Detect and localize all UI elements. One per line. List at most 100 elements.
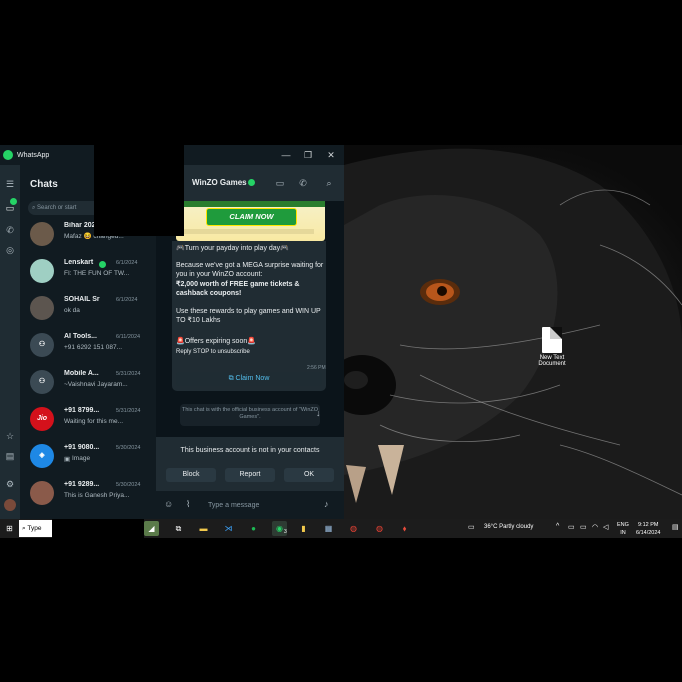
chat-date: 6/11/2024 <box>116 334 141 340</box>
block-button[interactable]: Block <box>166 468 216 482</box>
app-title: WhatsApp <box>17 152 50 159</box>
message-input[interactable]: Type a message <box>208 499 318 513</box>
weather-icon: ▭ <box>468 524 475 531</box>
voice-call-icon[interactable]: ✆ <box>293 174 313 192</box>
message-offer: 🚨Offers expiring soon🚨 <box>176 338 256 345</box>
avatar: Jio <box>30 407 54 431</box>
close-button[interactable]: ✕ <box>320 148 342 162</box>
chat-list-item[interactable]: ⚇ AI Tools... 6/11/2024 +91 6292 151 087… <box>20 331 156 368</box>
group-avatar-icon: ⚇ <box>30 370 54 394</box>
avatar <box>30 296 54 320</box>
chat-date: 5/30/2024 <box>116 482 141 488</box>
clock-date: 6/14/2024 <box>636 530 661 536</box>
settings-gear-icon[interactable]: ⚙ <box>3 477 17 491</box>
app-icon[interactable]: ⬧ <box>397 521 412 536</box>
claim-now-button[interactable]: ⧉ Claim Now <box>176 372 322 386</box>
official-account-notice: This chat is with the official business … <box>180 404 320 426</box>
windows-start-icon[interactable]: ⊞ <box>2 521 17 536</box>
chat-name: SOHAIL Sr <box>64 296 100 303</box>
chat-preview: Waiting for this me... <box>64 418 123 425</box>
language-code: ENG <box>617 522 629 528</box>
vscode-icon[interactable]: ⋊ <box>221 521 236 536</box>
battery-icon[interactable]: ▭ <box>580 523 587 531</box>
chat-list-item[interactable]: ◈ +91 9080... 5/30/2024 ▣ Image <box>20 442 156 479</box>
app-grid-icon[interactable]: ▦ <box>321 521 336 536</box>
text-file-icon <box>542 327 562 353</box>
microphone-icon[interactable]: ♪ <box>324 499 329 509</box>
redacted-area <box>94 145 184 236</box>
calls-icon[interactable]: ✆ <box>3 223 17 237</box>
message-line: 🎮Turn your payday into play day🎮 <box>176 245 289 252</box>
clock-time: 9:12 PM <box>637 522 659 528</box>
powerbi-icon[interactable]: ▮ <box>296 521 311 536</box>
avatar <box>30 481 54 505</box>
chat-list-item[interactable]: SOHAIL Sr 6/1/2024 ok da <box>20 294 156 331</box>
taskbar-search-text: Type <box>27 525 42 532</box>
avatar: ◈ <box>30 444 54 468</box>
redacted-area <box>52 519 144 538</box>
taskbar-pinned-icon[interactable]: ◢ <box>144 521 159 536</box>
video-call-icon[interactable]: ▭ <box>270 174 290 192</box>
chat-name: Mobile A... <box>64 370 99 377</box>
chrome-profile-icon[interactable]: ◍ <box>372 521 387 536</box>
clock[interactable]: 9:12 PM 6/14/2024 <box>636 521 660 537</box>
chrome-icon[interactable]: ◍ <box>346 521 361 536</box>
notifications-icon[interactable]: ▤ <box>672 523 679 531</box>
weather-text[interactable]: 36°C Partly cloudy <box>484 524 533 530</box>
verified-badge-icon <box>248 179 255 186</box>
group-avatar-icon: ⚇ <box>30 333 54 357</box>
message-paragraph: Use these rewards to play games and WIN … <box>176 308 321 325</box>
status-icon[interactable]: ◎ <box>3 243 17 257</box>
search-icon[interactable]: ⌕ <box>319 174 339 192</box>
search-placeholder: Search or start <box>37 205 77 211</box>
attach-icon[interactable]: ⌇ <box>186 499 190 510</box>
ok-button[interactable]: OK <box>284 468 334 482</box>
chat-list-item[interactable]: ⚇ Mobile A... 5/31/2024 ~Vaishnavi Jayar… <box>20 368 156 405</box>
language-indicator[interactable]: ENG IN <box>617 521 629 537</box>
business-notice: This business account is not in your con… <box>180 447 320 454</box>
region-code: IN <box>620 530 626 536</box>
message-bubble: 🎮Turn your payday into play day🎮 Because… <box>172 241 326 391</box>
maximize-button[interactable]: ❐ <box>297 148 319 162</box>
claim-now-label: Claim Now <box>235 375 270 382</box>
show-hidden-icons-chevron-up-icon[interactable]: ^ <box>556 523 559 530</box>
chat-preview: Image <box>72 455 91 462</box>
new-text-document-icon[interactable]: New Text Document <box>533 327 571 367</box>
message-time: 2:56 PM <box>307 365 326 371</box>
scroll-down-icon[interactable]: ↓ <box>316 408 321 418</box>
chat-preview: ok da <box>64 307 80 314</box>
chats-heading: Chats <box>30 179 58 190</box>
avatar <box>30 259 54 283</box>
report-button[interactable]: Report <box>225 468 275 482</box>
emoji-icon[interactable]: ☺ <box>164 499 173 509</box>
volume-icon[interactable]: ◁ <box>603 523 608 531</box>
menu-icon[interactable]: ☰ <box>3 177 17 191</box>
chat-date: 5/30/2024 <box>116 445 141 451</box>
chat-list-item[interactable]: +91 9289... 5/30/2024 This is Ganesh Pri… <box>20 479 156 516</box>
file-explorer-icon[interactable]: ▬ <box>196 521 211 536</box>
unread-dot-icon <box>10 198 17 205</box>
whatsapp-badge: 3 <box>284 529 287 535</box>
conversation-panel: WinZO Games ▭ ✆ ⌕ CLAIM NOW 🎮Turn your p… <box>156 165 344 519</box>
tray-icon[interactable]: ▭ <box>568 523 575 531</box>
promo-banner-image[interactable]: CLAIM NOW <box>176 201 325 241</box>
chat-header[interactable]: WinZO Games ▭ ✆ ⌕ <box>156 165 344 201</box>
image-icon: ▣ <box>64 456 71 463</box>
archive-icon[interactable]: ▤ <box>3 449 17 463</box>
spotify-icon[interactable]: ● <box>246 521 261 536</box>
chat-name: +91 9080... <box>64 444 100 451</box>
claim-now-banner-button: CLAIM NOW <box>206 208 297 226</box>
task-view-icon[interactable]: ⧉ <box>171 521 186 536</box>
starred-icon[interactable]: ☆ <box>3 429 17 443</box>
taskbar-search-box[interactable]: ⌕ Type <box>19 520 53 537</box>
wifi-icon[interactable]: ◠ <box>592 523 598 531</box>
chat-date: 5/31/2024 <box>116 371 141 377</box>
minimize-button[interactable]: — <box>275 148 297 162</box>
chat-list-item[interactable]: Jio +91 8799... 5/31/2024 Waiting for th… <box>20 405 156 442</box>
chat-list-item[interactable]: Lenskart 6/1/2024 FI: THE FUN OF TW... <box>20 257 156 294</box>
chat-date: 6/1/2024 <box>116 260 138 266</box>
profile-avatar[interactable] <box>4 499 16 511</box>
chat-preview: FI: THE FUN OF TW... <box>64 270 130 277</box>
message-unsubscribe: Reply STOP to unsubscribe <box>176 349 250 355</box>
left-nav-rail: ☰ ▭ ✆ ◎ ☆ ▤ ⚙ <box>0 165 20 519</box>
